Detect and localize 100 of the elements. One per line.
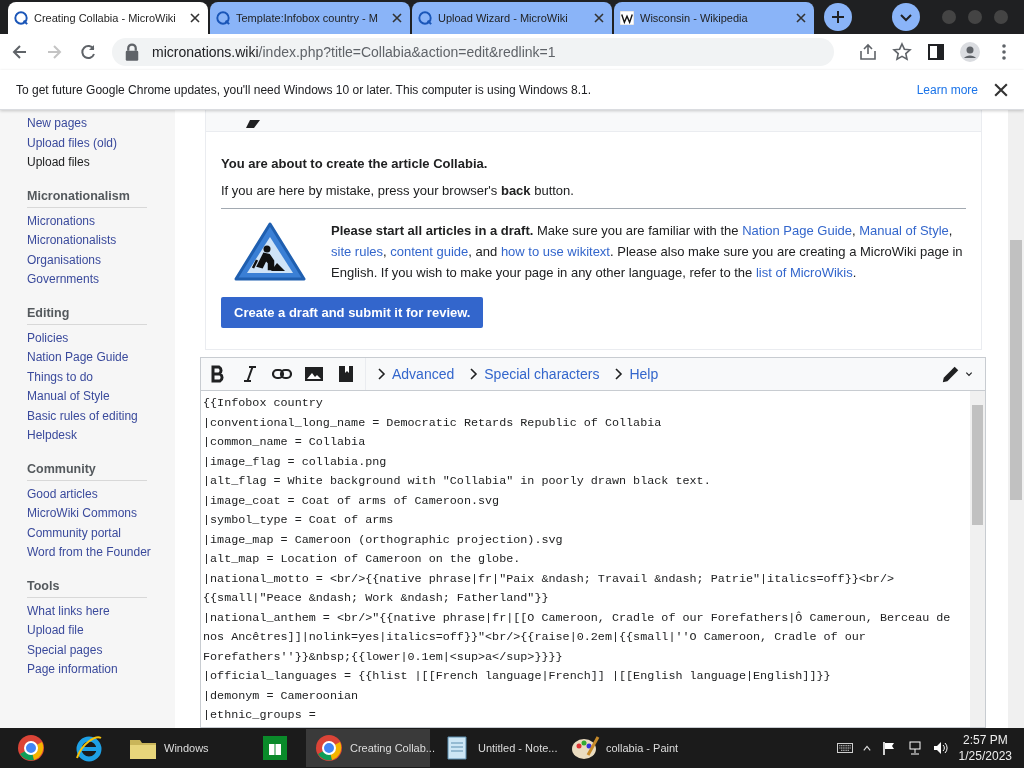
chevron-right-icon xyxy=(378,368,386,380)
scrollbar-thumb[interactable] xyxy=(972,405,983,525)
sidebar-link[interactable]: Micronationalists xyxy=(27,231,175,251)
taskbar-button[interactable]: Windows xyxy=(120,729,244,767)
sidebar-link[interactable]: Helpdesk xyxy=(27,426,175,446)
bookmark-icon xyxy=(336,364,356,384)
store-bag-icon xyxy=(260,733,290,763)
image-icon xyxy=(304,364,324,384)
close-icon[interactable] xyxy=(390,11,404,25)
code-line: nos Ancêtres]]|nolink=yes|italics=off}}"<br/>{{raise|0.2em|{{small|''O Cameroon, Cradle of our xyxy=(203,629,867,646)
chrome-logo-icon xyxy=(314,733,344,763)
toolbar-section-tab[interactable]: Advanced xyxy=(374,366,459,382)
sidebar-link[interactable]: New pages xyxy=(27,114,175,134)
sidebar-link[interactable]: Policies xyxy=(27,328,175,348)
chevron-right-icon xyxy=(615,368,624,380)
close-icon[interactable] xyxy=(794,11,808,25)
code-line: |ethnic_groups = xyxy=(203,707,317,724)
w-logo-icon xyxy=(620,11,634,25)
toolbar-section-tab[interactable]: Special characters xyxy=(466,366,604,382)
speaker-icon[interactable] xyxy=(932,741,949,755)
scrollbar-thumb[interactable] xyxy=(1010,240,1022,500)
close-icon[interactable] xyxy=(994,82,1008,97)
sidebar-link[interactable]: Basic rules of editing xyxy=(27,406,175,426)
sidebar-link[interactable]: Nation Page Guide xyxy=(27,348,175,368)
clock-time[interactable]: 2:57 PM xyxy=(962,732,1008,748)
code-line: |image_map = Cameroon (orthographic projection).svg xyxy=(203,531,564,549)
code-line: |image_flag = collabia.png xyxy=(203,453,388,471)
sidebar-heading: Micronationalism xyxy=(27,186,147,208)
keyboard-icon[interactable] xyxy=(836,741,853,755)
code-line: |national_motto = <br/>{{native phrase|fr|"Paix &ndash; Travail &ndash; Patrie"|italics=off}}<br/> xyxy=(203,570,895,588)
sidebar-heading: Tools xyxy=(27,576,147,598)
close-icon[interactable] xyxy=(592,11,606,25)
code-line: |conventional_long_name = Democratic Retards Republic of Collabia xyxy=(203,414,663,432)
plus-icon xyxy=(831,10,845,24)
magnifier-icon xyxy=(14,11,28,25)
sidebar-link[interactable]: Page information xyxy=(27,660,175,680)
magnifier-icon xyxy=(418,11,432,25)
sidebar-link[interactable]: Special pages xyxy=(27,640,175,660)
sidebar-link[interactable]: Micronations xyxy=(27,211,175,231)
sidebar-link[interactable]: Things to do xyxy=(27,367,175,387)
code-line: |alt_flag = White background with "Collabia" in poorly drawn black text. xyxy=(203,473,712,490)
close-icon[interactable] xyxy=(188,11,202,25)
url-text: micronations.wiki/index.php?title=Collabia&action=edit&redlink=1 xyxy=(152,44,556,60)
sidebar-link[interactable]: Good articles xyxy=(27,484,175,504)
code-line: |image_coat = Coat of arms of Cameroon.svg xyxy=(203,492,501,510)
draft-notice-text: Please start all articles in a draft. Make sure you are familiar with the Nation Page Guide, Manual of Style, site rules, content guide, and how to use wikitext. Please also make sure you are creating a MicroWiki page in English. If you wish to make your page in any other language, refer to the list of MicroWikis. xyxy=(331,222,964,282)
toolbar-section-tab[interactable]: Help xyxy=(611,366,663,382)
reload-icon[interactable] xyxy=(78,42,98,62)
magnifier-icon xyxy=(216,11,230,25)
text-link[interactable]: how to use wikitext xyxy=(500,244,610,259)
text-link[interactable]: list of MicroWikis xyxy=(755,265,853,280)
intro-text: You are about to create the article Collabia. xyxy=(221,156,489,171)
star-icon[interactable] xyxy=(892,42,912,62)
text-link[interactable]: Manual of Style xyxy=(859,223,949,238)
taskbar-button[interactable]: Untitled - Note... xyxy=(434,729,558,767)
sidebar-link[interactable]: Manual of Style xyxy=(27,387,175,407)
code-line: |official_languages = {{hlist |[[French language|French]] |[[English language|English]]}} xyxy=(203,668,832,685)
code-line: |common_name = Collabia xyxy=(203,434,367,451)
flag-icon[interactable] xyxy=(880,741,897,755)
sidebar-link[interactable]: Word from the Founder xyxy=(27,543,175,563)
share-icon[interactable] xyxy=(858,42,878,62)
code-line: Forefathers''}}&nbsp;{{lower|0.1em|<sup>a</sup>}}}} xyxy=(203,648,564,666)
sidebar-link[interactable]: Upload file xyxy=(27,621,175,641)
tab-search-button[interactable] xyxy=(892,3,920,31)
sidebar-link[interactable]: Organisations xyxy=(27,250,175,270)
code-line: |alt_map = Location of Cameroon on the globe. xyxy=(203,551,522,568)
sidebar-link[interactable]: Upload files (old) xyxy=(27,133,175,153)
network-icon[interactable] xyxy=(906,741,923,755)
browser-tab[interactable]: Upload Wizard - MicroWiki xyxy=(412,2,612,34)
sidebar-link[interactable]: What links here xyxy=(27,601,175,621)
new-tab-button[interactable] xyxy=(824,3,852,31)
clock-date[interactable]: 1/25/2023 xyxy=(958,748,1012,764)
instruction-text: If you are here by mistake, press your browser's back button. xyxy=(221,183,966,209)
chrome-logo-icon xyxy=(16,733,46,763)
browser-tab[interactable]: Template:Infobox country - M xyxy=(210,2,410,34)
sidebar-link[interactable]: MicroWiki Commons xyxy=(27,504,175,524)
sidebar-link[interactable]: Upload files xyxy=(27,153,175,173)
scrollbar[interactable] xyxy=(1008,110,1024,728)
browser-tab[interactable]: Creating Collabia - MicroWiki xyxy=(8,2,208,34)
update-message: To get future Google Chrome updates, you'll need Windows 10 or later. This computer is using Windows 8.1. xyxy=(16,82,593,97)
create-draft-button[interactable]: Create a draft and submit it for review. xyxy=(221,297,484,328)
taskbar-button[interactable]: collabia - Paint xyxy=(562,729,686,767)
code-line: {{small|"Peace &ndash; Work &ndash; Fatherland"}} xyxy=(203,590,550,607)
code-line: |symbol_type = Coat of arms xyxy=(203,512,395,529)
sidebar-link[interactable]: Governments xyxy=(27,270,175,290)
address-bar[interactable]: micronations.wiki/index.php?title=Collabia&action=edit&redlink=1 xyxy=(112,38,834,66)
code-line: |demonym = Cameroonian xyxy=(203,687,360,705)
avatar-icon[interactable] xyxy=(960,42,980,62)
sidebar-heading: Community xyxy=(27,459,147,481)
sidebar-heading: Editing xyxy=(27,303,147,325)
learn-more-link[interactable]: Learn more xyxy=(916,82,978,97)
code-line: {{Infobox country xyxy=(203,395,324,412)
scrollbar[interactable] xyxy=(970,391,985,727)
construction-sign-icon xyxy=(233,220,307,283)
code-line: |national_anthem = <br/>"{{native phrase|fr|[[O Cameroon, Cradle of our Forefathers|Ô Cameroun, Berceau de xyxy=(203,609,952,627)
sidebar-link[interactable]: Community portal xyxy=(27,523,175,543)
browser-e-icon xyxy=(74,733,104,763)
side-panel-icon[interactable] xyxy=(926,42,946,62)
text-link[interactable]: Nation Page Guide xyxy=(742,223,852,238)
browser-tab[interactable]: Wisconsin - Wikipedia xyxy=(614,2,814,34)
